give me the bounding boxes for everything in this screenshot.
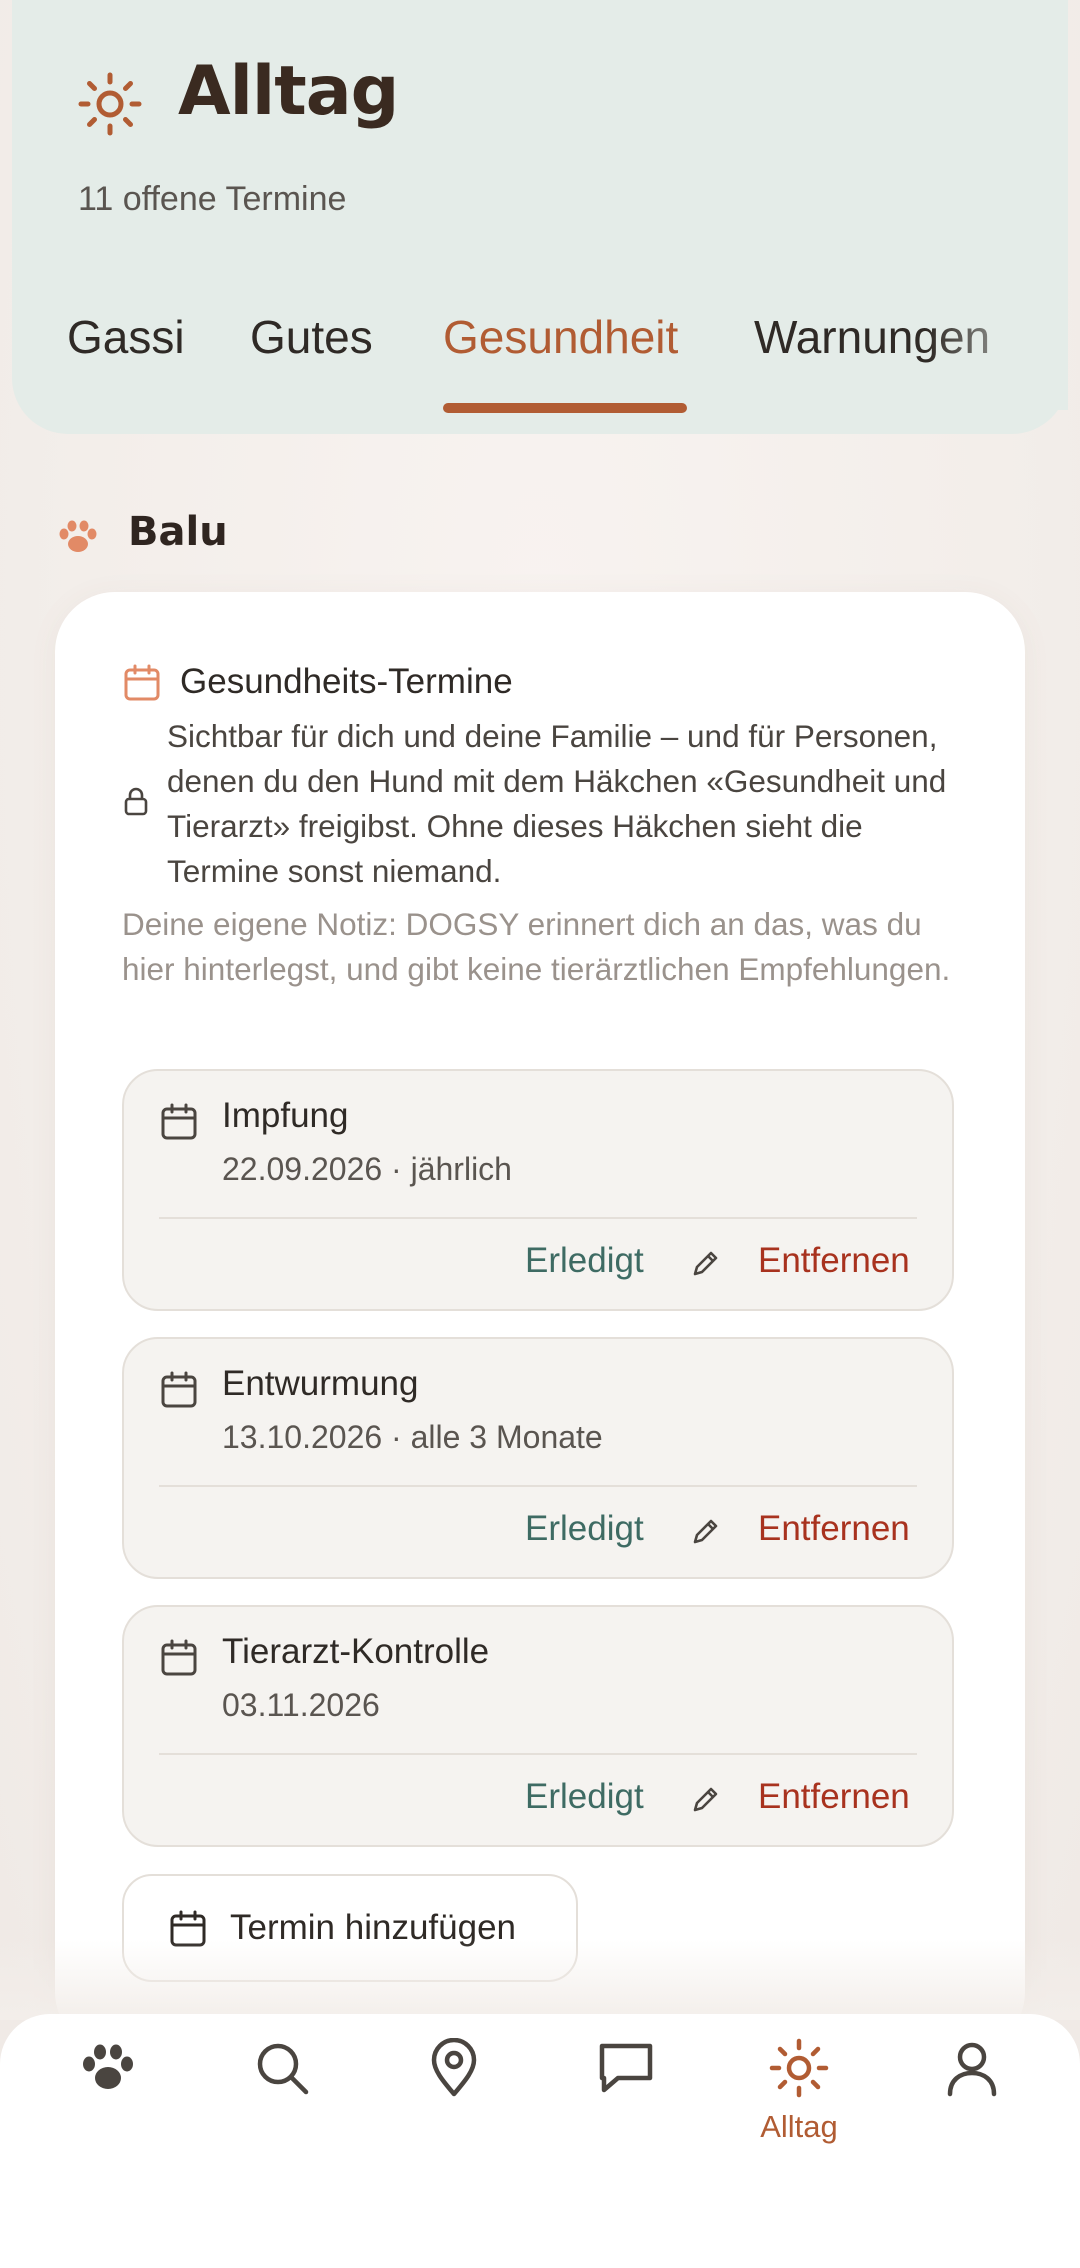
appointment-date: 22.09.2026 · jährlich xyxy=(222,1151,512,1187)
divider xyxy=(159,1485,917,1487)
profile-icon xyxy=(947,2042,997,2097)
scroll-fade xyxy=(0,1940,1080,2020)
remove-button[interactable]: Entfernen xyxy=(758,1509,910,1549)
remove-button[interactable]: Entfernen xyxy=(758,1241,910,1281)
tab-gassi[interactable]: Gassi xyxy=(67,310,185,364)
chat-icon xyxy=(599,2043,653,2093)
card-title: Gesundheits-Termine xyxy=(180,662,513,701)
appointment-name: Tierarzt-Kontrolle xyxy=(222,1632,490,1671)
dog-name: Balu xyxy=(128,509,228,555)
pencil-icon[interactable] xyxy=(690,1783,722,1815)
paw-icon xyxy=(83,2044,133,2089)
mark-done-button[interactable]: Erledigt xyxy=(525,1509,644,1549)
disclaimer-note: Deine eigene Notiz: DOGSY erinnert dich … xyxy=(122,906,951,987)
calendar-icon xyxy=(161,1639,197,1676)
mark-done-button[interactable]: Erledigt xyxy=(525,1777,644,1817)
tab-gesundheit[interactable]: Gesundheit xyxy=(443,310,678,364)
tab-scroll-fade xyxy=(928,310,1068,410)
sun-icon xyxy=(78,72,142,136)
privacy-notice: Sichtbar für dich und deine Familie – un… xyxy=(167,718,947,889)
pencil-icon[interactable] xyxy=(690,1247,722,1279)
mark-done-button[interactable]: Erledigt xyxy=(525,1241,644,1281)
calendar-icon xyxy=(161,1103,197,1140)
nav-map[interactable] xyxy=(394,2037,514,2168)
remove-button[interactable]: Entfernen xyxy=(758,1777,910,1817)
search-icon xyxy=(257,2043,309,2095)
appointment-name: Entwurmung xyxy=(222,1364,419,1403)
sun-icon xyxy=(769,2038,829,2098)
appointment-item: Entwurmung 13.10.2026 · alle 3 Monate Er… xyxy=(122,1337,954,1579)
nav-label-alltag: Alltag xyxy=(760,2109,838,2144)
open-appointments-count: 11 offene Termine xyxy=(78,180,347,218)
appointment-date: 13.10.2026 · alle 3 Monate xyxy=(222,1419,603,1455)
tab-bar: Gassi Gutes Gesundheit Warnungen xyxy=(12,310,1068,420)
nav-messages[interactable] xyxy=(566,2038,686,2168)
appointment-date: 03.11.2026 xyxy=(222,1687,380,1723)
divider xyxy=(159,1753,917,1755)
bottom-navigation: Alltag xyxy=(0,2014,1080,2268)
nav-dogs[interactable] xyxy=(48,2038,168,2168)
header: Alltag 11 offene Termine Gassi Gutes Ges… xyxy=(12,0,1068,434)
paw-icon xyxy=(59,520,97,552)
nav-alltag[interactable]: Alltag xyxy=(739,2038,859,2168)
nav-profile[interactable] xyxy=(912,2038,1032,2168)
lock-icon xyxy=(124,787,148,816)
appointment-item: Impfung 22.09.2026 · jährlich Erledigt E… xyxy=(122,1069,954,1311)
page-title: Alltag xyxy=(178,52,399,131)
nav-search[interactable] xyxy=(222,2038,342,2168)
active-tab-indicator xyxy=(443,403,687,413)
map-pin-icon xyxy=(431,2037,477,2097)
calendar-icon xyxy=(124,664,160,701)
calendar-icon xyxy=(161,1371,197,1408)
appointment-name: Impfung xyxy=(222,1096,349,1135)
appointment-item: Tierarzt-Kontrolle 03.11.2026 Erledigt E… xyxy=(122,1605,954,1847)
pencil-icon[interactable] xyxy=(690,1515,722,1547)
divider xyxy=(159,1217,917,1219)
tab-gutes[interactable]: Gutes xyxy=(250,310,373,364)
health-appointments-card: Gesundheits-Termine Sichtbar für dich un… xyxy=(55,592,1025,2052)
